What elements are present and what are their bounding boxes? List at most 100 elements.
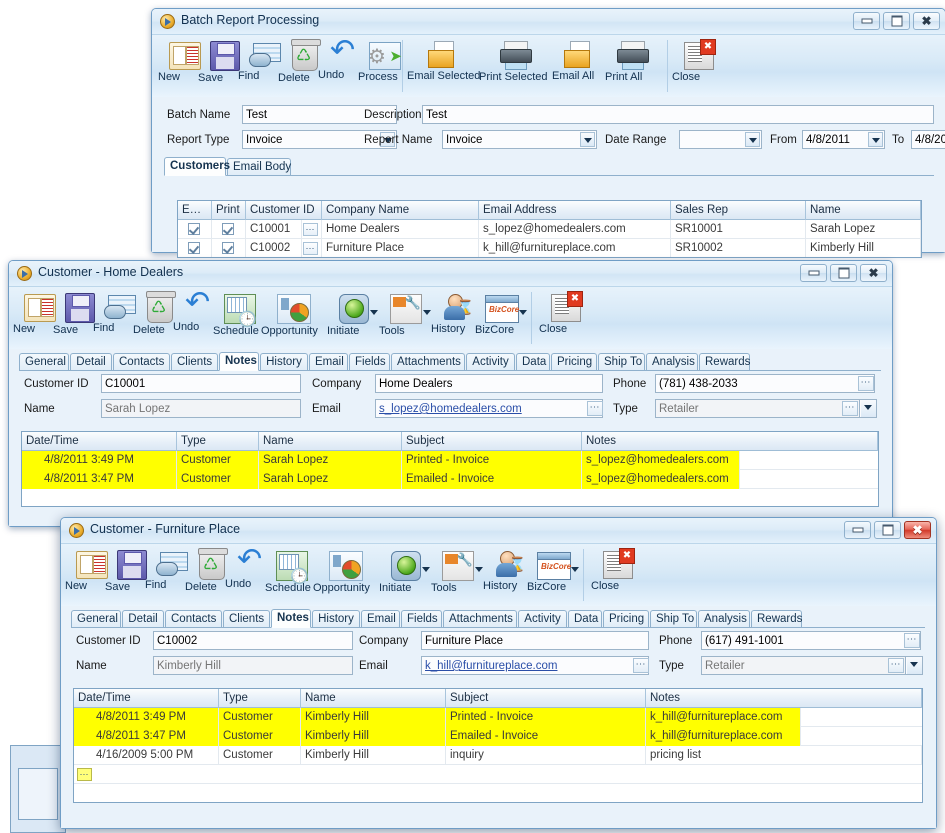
column-header-type[interactable]: Type bbox=[177, 432, 259, 451]
tab-fields[interactable]: Fields bbox=[349, 353, 390, 371]
tab-rewards[interactable]: Rewards bbox=[699, 353, 750, 371]
maximize-button[interactable] bbox=[830, 264, 857, 282]
batch-report-processing-window[interactable]: Batch Report Processing ✖ New Save Find … bbox=[151, 8, 945, 258]
chevron-down-icon[interactable] bbox=[861, 400, 876, 417]
column-header-name[interactable]: Name bbox=[301, 689, 446, 708]
toolbar-button-close[interactable]: Close bbox=[591, 548, 645, 592]
chevron-down-icon[interactable] bbox=[475, 567, 483, 572]
date-range-select[interactable] bbox=[679, 130, 762, 149]
column-header-customer-id[interactable]: Customer ID bbox=[246, 201, 322, 220]
tab-history[interactable]: History bbox=[312, 610, 360, 628]
toolbar-button-print-all[interactable]: Print All bbox=[605, 39, 661, 83]
checkbox-checked-icon[interactable] bbox=[188, 223, 200, 235]
minimize-button[interactable] bbox=[844, 521, 871, 539]
maximize-button[interactable] bbox=[883, 12, 910, 30]
tab-analysis[interactable]: Analysis bbox=[646, 353, 698, 371]
chevron-down-icon[interactable] bbox=[370, 310, 378, 315]
tab-detail[interactable]: Detail bbox=[122, 610, 164, 628]
column-header-name[interactable]: Name bbox=[259, 432, 402, 451]
toolbar-button-email-selected[interactable]: Email Selected bbox=[407, 39, 481, 82]
ellipsis-icon[interactable]: ⋯ bbox=[303, 242, 318, 255]
table-row-new[interactable]: ⋯ bbox=[22, 489, 878, 506]
tab-activity[interactable]: Activity bbox=[466, 353, 515, 371]
toolbar-button-bizcore[interactable]: BizCore bbox=[475, 291, 529, 336]
email-link[interactable]: s_lopez@homedealers.com bbox=[379, 403, 522, 415]
tab-detail[interactable]: Detail bbox=[70, 353, 112, 371]
tab-notes[interactable]: Notes bbox=[271, 609, 311, 628]
customer1-notes-grid[interactable]: Date/Time Type Name Subject Notes 4/8/20… bbox=[21, 431, 879, 507]
row-detail-button[interactable]: ⋯ bbox=[302, 239, 322, 257]
chevron-down-icon[interactable] bbox=[868, 132, 883, 147]
toolbar-button-process[interactable]: Process bbox=[358, 39, 412, 83]
chevron-down-icon[interactable] bbox=[580, 132, 595, 147]
table-row[interactable]: 4/8/2011 3:47 PM ⋯ Customer Sarah Lopez … bbox=[22, 470, 878, 489]
tab-ship-to[interactable]: Ship To bbox=[598, 353, 645, 371]
chevron-down-icon[interactable] bbox=[422, 567, 430, 572]
toolbar-button-close[interactable]: Close bbox=[672, 39, 726, 83]
toolbar-button-print-selected[interactable]: Print Selected bbox=[479, 39, 553, 83]
type-lookup-button[interactable]: ⋯ bbox=[842, 401, 858, 416]
tab-contacts[interactable]: Contacts bbox=[113, 353, 170, 371]
table-row[interactable]: 4/8/2011 3:49 PM ⋯ Customer Kimberly Hil… bbox=[74, 708, 922, 743]
tab-general[interactable]: General bbox=[19, 353, 69, 371]
batch-window-titlebar[interactable]: Batch Report Processing ✖ bbox=[152, 9, 945, 35]
cell-email-checkbox[interactable] bbox=[178, 220, 212, 239]
email-link[interactable]: k_hill@furnitureplace.com bbox=[425, 660, 557, 672]
phone-lookup-button[interactable]: ⋯ bbox=[858, 376, 874, 391]
name-input[interactable]: Sarah Lopez bbox=[101, 399, 301, 418]
column-header-date-time[interactable]: Date/Time bbox=[74, 689, 219, 708]
tab-clients[interactable]: Clients bbox=[171, 353, 218, 371]
type-lookup-button[interactable]: ⋯ bbox=[888, 658, 904, 673]
email-lookup-button[interactable]: ⋯ bbox=[587, 401, 603, 416]
toolbar-button-initiate[interactable]: Initiate bbox=[327, 291, 381, 337]
chevron-down-icon[interactable] bbox=[423, 310, 431, 315]
toolbar-button-opportunity[interactable]: Opportunity bbox=[261, 291, 327, 337]
tab-analysis[interactable]: Analysis bbox=[698, 610, 750, 628]
email-input[interactable]: k_hill@furnitureplace.com bbox=[421, 656, 649, 675]
tab-pricing[interactable]: Pricing bbox=[603, 610, 649, 628]
from-date-picker[interactable]: 4/8/2011 bbox=[802, 130, 885, 149]
table-row[interactable]: C10001 ⋯ Home Dealers s_lopez@homedealer… bbox=[178, 220, 921, 239]
ellipsis-icon[interactable]: ⋯ bbox=[303, 223, 318, 236]
maximize-button[interactable] bbox=[874, 521, 901, 539]
close-button[interactable]: ✖ bbox=[860, 264, 887, 282]
column-header-sales-rep[interactable]: Sales Rep bbox=[671, 201, 806, 220]
toolbar-button-close[interactable]: Close bbox=[539, 291, 593, 335]
checkbox-checked-icon[interactable] bbox=[188, 242, 200, 254]
email-lookup-button[interactable]: ⋯ bbox=[633, 658, 649, 673]
row-detail-button[interactable]: ⋯ bbox=[302, 220, 322, 239]
toolbar-button-tools[interactable]: Tools bbox=[431, 548, 485, 594]
customer2-window-titlebar[interactable]: Customer - Furniture Place ✖ bbox=[61, 518, 936, 544]
tab-email[interactable]: Email bbox=[361, 610, 400, 628]
column-header-name[interactable]: Name bbox=[806, 201, 921, 220]
close-button[interactable]: ✖ bbox=[913, 12, 940, 30]
checkbox-checked-icon[interactable] bbox=[222, 242, 234, 254]
chevron-down-icon[interactable] bbox=[571, 567, 579, 572]
type-dropdown[interactable] bbox=[905, 656, 923, 675]
tab-clients[interactable]: Clients bbox=[223, 610, 270, 628]
customer-id-input[interactable]: C10001 bbox=[101, 374, 301, 393]
column-header-subject[interactable]: Subject bbox=[446, 689, 646, 708]
minimize-button[interactable] bbox=[800, 264, 827, 282]
type-dropdown[interactable] bbox=[859, 399, 877, 418]
chevron-down-icon[interactable] bbox=[907, 657, 922, 674]
column-header-notes[interactable]: Notes bbox=[582, 432, 878, 451]
column-header-company-name[interactable]: Company Name bbox=[322, 201, 479, 220]
tab-attachments[interactable]: Attachments bbox=[391, 353, 465, 371]
email-input[interactable]: s_lopez@homedealers.com bbox=[375, 399, 603, 418]
column-header-email[interactable]: Email bbox=[178, 201, 212, 220]
cell-email-checkbox[interactable] bbox=[178, 239, 212, 257]
customer-id-input[interactable]: C10002 bbox=[153, 631, 353, 650]
batch-customers-grid[interactable]: Email Print Customer ID Company Name Ema… bbox=[177, 200, 922, 258]
column-header-subject[interactable]: Subject bbox=[402, 432, 582, 451]
customer2-notes-grid[interactable]: Date/Time Type Name Subject Notes 4/8/20… bbox=[73, 688, 923, 803]
toolbar-button-schedule[interactable]: Schedule bbox=[213, 291, 267, 337]
tab-history[interactable]: History bbox=[260, 353, 308, 371]
tab-data[interactable]: Data bbox=[516, 353, 550, 371]
checkbox-checked-icon[interactable] bbox=[222, 223, 234, 235]
tab-contacts[interactable]: Contacts bbox=[165, 610, 222, 628]
table-row-new[interactable]: ⋯ bbox=[74, 765, 922, 784]
phone-input[interactable]: (617) 491-1001 bbox=[701, 631, 921, 650]
column-header-print[interactable]: Print bbox=[212, 201, 246, 220]
tab-general[interactable]: General bbox=[71, 610, 121, 628]
